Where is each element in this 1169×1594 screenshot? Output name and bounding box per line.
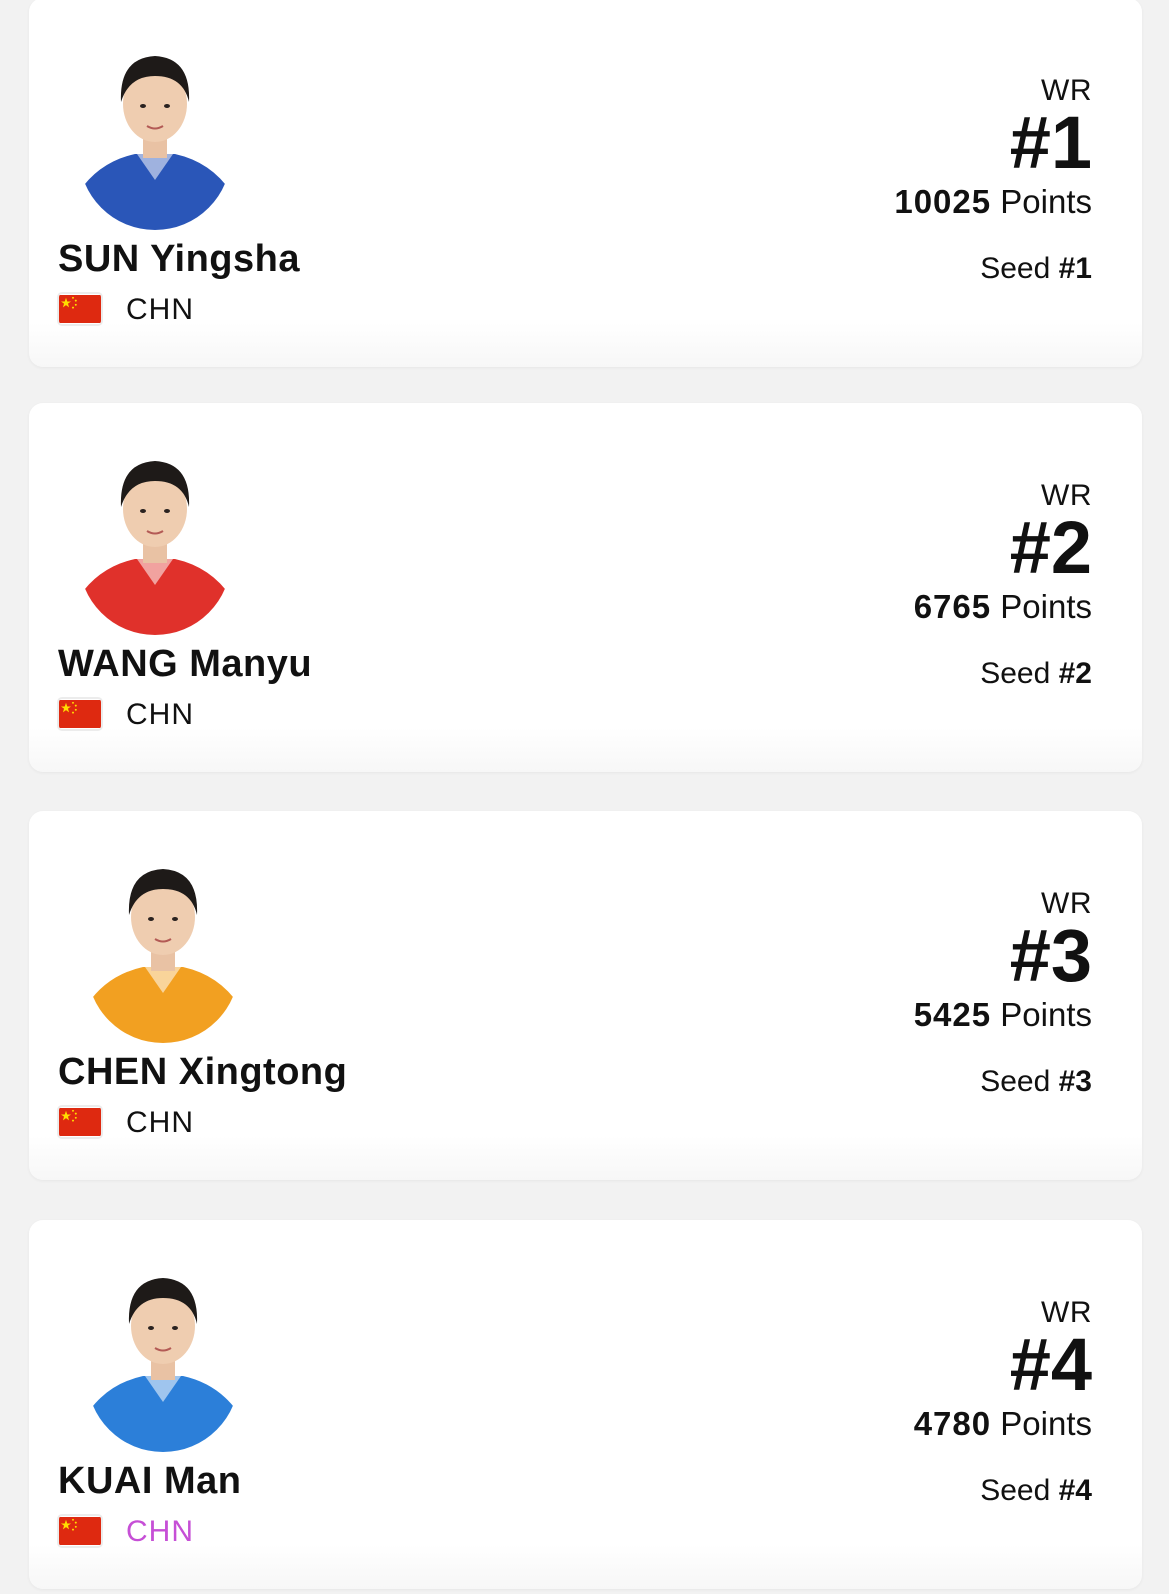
points-label: Points [1000, 996, 1092, 1033]
china-flag-graphic [59, 295, 101, 323]
china-flag-graphic [59, 1108, 101, 1136]
player-photo [79, 437, 231, 635]
player-photo-illustration [79, 32, 231, 230]
seed: Seed #3 [980, 1065, 1092, 1099]
country-code: CHN [126, 1515, 194, 1548]
china-flag-graphic [59, 700, 101, 728]
seed: Seed #1 [980, 252, 1092, 286]
seed-label: Seed [980, 1474, 1051, 1507]
country-code: CHN [126, 1106, 194, 1139]
player-name[interactable]: WANG Manyu [58, 643, 312, 686]
ranking-points: 6765 Points [914, 588, 1092, 626]
points-label: Points [1000, 588, 1092, 625]
seed-value: #3 [1058, 1065, 1092, 1098]
seed-value: #1 [1058, 252, 1092, 285]
china-flag-graphic [59, 1517, 101, 1545]
points-label: Points [1000, 183, 1092, 220]
seed: Seed #2 [980, 657, 1092, 691]
player-name[interactable]: CHEN Xingtong [58, 1051, 347, 1094]
player-photo [87, 1254, 239, 1452]
points-value: 6765 [913, 588, 992, 625]
world-ranking-value: #1 [1009, 101, 1092, 184]
seed-value: #2 [1058, 657, 1092, 690]
country-code: CHN [126, 293, 194, 326]
seed-label: Seed [980, 252, 1051, 285]
world-ranking-value: #3 [1009, 914, 1092, 997]
player-photo-illustration [87, 1254, 239, 1452]
ranking-points: 4780 Points [914, 1405, 1092, 1443]
world-ranking-value: #4 [1009, 1323, 1092, 1406]
country-code: CHN [126, 698, 194, 731]
points-value: 4780 [913, 1405, 992, 1442]
china-flag-icon [59, 699, 101, 729]
player-photo-illustration [79, 437, 231, 635]
seed-label: Seed [980, 1065, 1051, 1098]
points-value: 10025 [894, 183, 992, 220]
seed-value: #4 [1058, 1474, 1092, 1507]
seed: Seed #4 [980, 1474, 1092, 1508]
player-photo-illustration [87, 845, 239, 1043]
china-flag-icon [59, 294, 101, 324]
player-name[interactable]: KUAI Man [58, 1460, 241, 1503]
player-card-2[interactable]: WANG Manyu CHN WR #2 6765 Points Seed #2 [29, 403, 1142, 772]
points-value: 5425 [913, 996, 992, 1033]
player-name[interactable]: SUN Yingsha [58, 238, 300, 281]
player-card-4[interactable]: KUAI Man CHN WR #4 4780 Points Seed #4 [29, 1220, 1142, 1589]
player-photo [79, 32, 231, 230]
china-flag-icon [59, 1107, 101, 1137]
seed-label: Seed [980, 657, 1051, 690]
china-flag-icon [59, 1516, 101, 1546]
player-photo [87, 845, 239, 1043]
player-card-3[interactable]: CHEN Xingtong CHN WR #3 5425 Points Seed… [29, 811, 1142, 1180]
world-ranking-value: #2 [1009, 506, 1092, 589]
points-label: Points [1000, 1405, 1092, 1442]
ranking-points: 5425 Points [914, 996, 1092, 1034]
ranking-points: 10025 Points [894, 183, 1092, 221]
player-card-1[interactable]: SUN Yingsha CHN WR #1 10025 Points Seed … [29, 0, 1142, 367]
